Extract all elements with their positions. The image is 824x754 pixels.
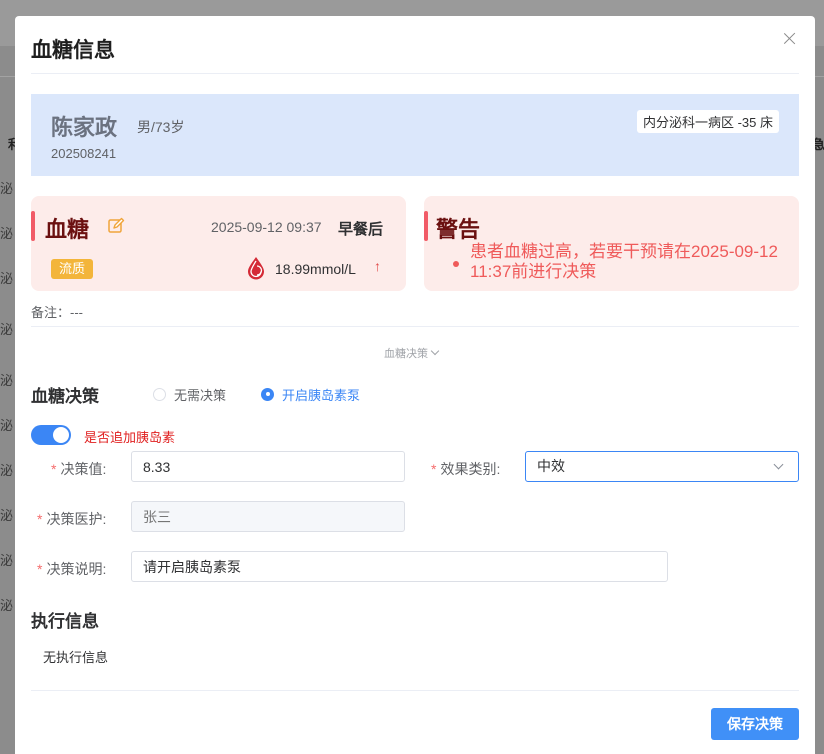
decision-nurse-label: * 决策医护: xyxy=(37,511,107,527)
decision-nurse-input xyxy=(131,501,405,532)
radio-label: 开启胰岛素泵 xyxy=(282,387,361,403)
ward-bed-badge: 内分泌科一病区 -35 床 xyxy=(636,110,779,133)
background-row-cell: 泌 xyxy=(0,322,14,337)
glucose-value: 18.99mmol/L xyxy=(275,261,356,277)
background-row-cell: 泌 xyxy=(0,226,14,241)
warning-card-title: 警告 xyxy=(436,217,481,242)
radio-open-insulin-pump[interactable]: 开启胰岛素泵 xyxy=(261,386,361,403)
save-decision-button[interactable]: 保存决策 xyxy=(711,708,799,740)
background-row-cell: 泌 xyxy=(0,418,14,433)
patient-gender-age: 男/73岁 xyxy=(137,119,185,135)
effect-type-value: 中效 xyxy=(537,458,565,474)
decision-value-label: * 决策值: xyxy=(51,461,107,477)
background-row-cell: 泌 xyxy=(0,373,14,388)
warning-message: 患者血糖过高，若要干预请在2025-09-12 11:37前进行决策 xyxy=(470,242,778,281)
chevron-down-icon xyxy=(430,346,440,356)
radio-circle xyxy=(261,387,274,401)
decision-value-input[interactable] xyxy=(131,451,405,482)
warning-card: 警告 患者血糖过高，若要干预请在2025-09-12 11:37前进行决策 xyxy=(424,196,799,291)
trend-up-icon: ↑ xyxy=(374,258,381,274)
decision-desc-label: * 决策说明: xyxy=(37,561,107,577)
meal-period: 早餐后 xyxy=(338,221,384,238)
add-insulin-toggle[interactable] xyxy=(31,425,71,445)
close-icon[interactable] xyxy=(781,30,799,48)
background-row-cell: 泌 xyxy=(0,271,14,286)
patient-banner: 陈家政 男/73岁 202508241 内分泌科一病区 -35 床 xyxy=(31,94,799,176)
effect-type-label: * 效果类别: xyxy=(431,461,501,477)
decision-section-title: 血糖决策 xyxy=(31,387,99,406)
add-insulin-label: 是否追加胰岛素 xyxy=(84,430,176,445)
background-row-cell: 泌 xyxy=(0,181,14,196)
collapse-toggle-label: 血糖决策 xyxy=(384,348,428,360)
remark-text: 备注：--- xyxy=(31,305,83,320)
patient-name: 陈家政 xyxy=(51,115,118,140)
background-row-cell: 泌 xyxy=(0,508,14,523)
glucose-card-accent-bar xyxy=(31,211,35,241)
radio-label: 无需决策 xyxy=(174,387,227,403)
background-row-cell: 泌 xyxy=(0,598,14,613)
edit-icon[interactable] xyxy=(107,217,125,235)
decision-desc-input[interactable] xyxy=(131,551,668,582)
warning-card-accent-bar xyxy=(424,211,428,241)
execution-section-title: 执行信息 xyxy=(31,612,99,631)
dialog-title: 血糖信息 xyxy=(31,39,115,62)
blood-drop-icon xyxy=(248,257,264,280)
execution-empty-text: 无执行信息 xyxy=(43,650,109,665)
glucose-card-title: 血糖 xyxy=(45,217,90,242)
background-row-cell: 泌 xyxy=(0,553,14,568)
glucose-info-dialog: 血糖信息 陈家政 男/73岁 202508241 内分泌科一病区 -35 床 血… xyxy=(15,16,815,754)
radio-no-decision[interactable]: 无需决策 xyxy=(153,386,227,403)
footer-divider xyxy=(31,690,799,691)
diet-tag: 流质 xyxy=(51,259,94,279)
radio-circle xyxy=(153,387,166,401)
patient-id: 202508241 xyxy=(51,146,117,161)
background-row-cell: 泌 xyxy=(0,463,14,478)
chevron-down-icon xyxy=(773,459,784,470)
effect-type-select[interactable]: 中效 xyxy=(525,451,799,482)
toggle-knob xyxy=(53,427,69,443)
remark-divider xyxy=(31,326,799,327)
glucose-card: 血糖 2025-09-12 09:37 早餐后 流质 18.99mmol/L ↑ xyxy=(31,196,406,291)
decision-collapse-toggle[interactable]: 血糖决策 xyxy=(384,345,440,361)
measure-datetime: 2025-09-12 09:37 xyxy=(211,219,322,235)
warning-bullet-icon xyxy=(453,261,459,267)
title-divider xyxy=(31,73,799,74)
